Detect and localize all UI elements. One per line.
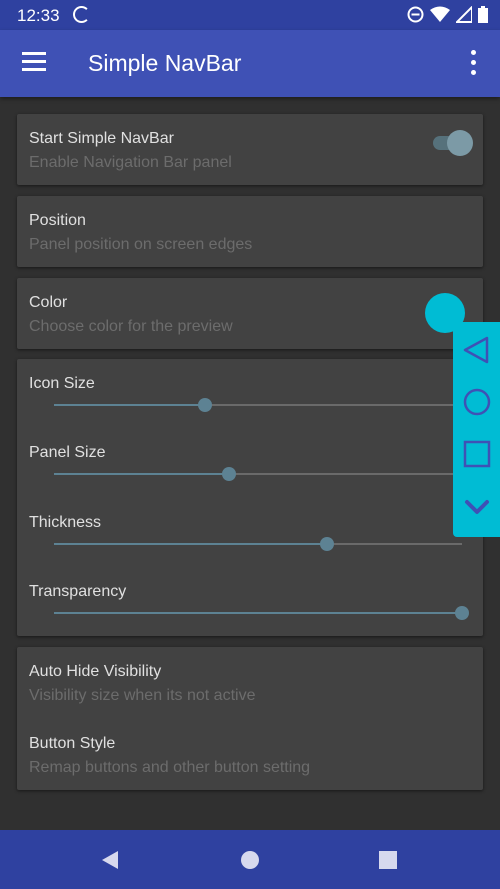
panel-size-label: Panel Size bbox=[29, 444, 106, 461]
slider-thumb[interactable] bbox=[197, 398, 212, 412]
color-title: Color bbox=[29, 294, 68, 311]
sliders-card: Icon Size Panel Size Thickness Transpare… bbox=[17, 359, 483, 636]
auto-hide-preference[interactable]: Auto Hide Visibility Visibility size whe… bbox=[29, 663, 255, 705]
recents-square-icon[interactable] bbox=[461, 438, 493, 470]
start-card[interactable]: Start Simple NavBar Enable Navigation Ba… bbox=[17, 114, 483, 185]
start-preference[interactable]: Start Simple NavBar Enable Navigation Ba… bbox=[29, 130, 232, 172]
button-style-title: Button Style bbox=[29, 735, 116, 752]
thickness-label: Thickness bbox=[29, 514, 102, 531]
color-preference[interactable]: Color Choose color for the preview bbox=[29, 294, 233, 336]
position-summary: Panel position on screen edges bbox=[29, 236, 253, 253]
home-circle-icon[interactable] bbox=[461, 386, 493, 418]
back-icon[interactable] bbox=[98, 848, 122, 872]
slider-thumb[interactable] bbox=[320, 537, 335, 551]
slider-thumb[interactable] bbox=[455, 606, 469, 620]
more-vert-icon[interactable] bbox=[468, 50, 478, 76]
battery-icon bbox=[478, 6, 488, 23]
navbar-preview-panel bbox=[453, 322, 500, 537]
color-card[interactable]: Color Choose color for the preview bbox=[17, 278, 483, 349]
back-triangle-icon[interactable] bbox=[461, 334, 493, 366]
app-title: Simple NavBar bbox=[88, 50, 242, 76]
position-card[interactable]: Position Panel position on screen edges bbox=[17, 196, 483, 267]
more-preferences-card: Auto Hide Visibility Visibility size whe… bbox=[17, 647, 483, 790]
button-style-summary: Remap buttons and other button setting bbox=[29, 759, 311, 776]
panel-size-slider[interactable] bbox=[54, 464, 462, 484]
slider-thumb[interactable] bbox=[222, 467, 237, 481]
transparency-label: Transparency bbox=[29, 583, 127, 600]
icon-size-label: Icon Size bbox=[29, 375, 95, 392]
home-icon[interactable] bbox=[238, 848, 262, 872]
wifi-icon bbox=[430, 6, 450, 22]
color-summary: Choose color for the preview bbox=[29, 318, 233, 335]
toggle-knob bbox=[447, 130, 473, 156]
start-summary: Enable Navigation Bar panel bbox=[29, 154, 232, 171]
thickness-slider[interactable] bbox=[54, 534, 462, 554]
status-icons bbox=[407, 6, 488, 23]
transparency-slider[interactable] bbox=[54, 603, 469, 623]
app-bar: Simple NavBar bbox=[0, 30, 500, 97]
start-toggle[interactable] bbox=[433, 130, 473, 156]
hamburger-menu-icon[interactable] bbox=[22, 52, 46, 72]
icon-size-slider[interactable] bbox=[54, 395, 462, 415]
status-bar: 12:33 bbox=[0, 0, 500, 30]
auto-hide-title: Auto Hide Visibility bbox=[29, 663, 162, 680]
position-preference[interactable]: Position Panel position on screen edges bbox=[29, 212, 252, 254]
position-title: Position bbox=[29, 212, 86, 229]
recents-icon[interactable] bbox=[376, 848, 400, 872]
status-time: 12:33 bbox=[17, 6, 60, 25]
start-title: Start Simple NavBar bbox=[29, 130, 174, 147]
auto-hide-summary: Visibility size when its not active bbox=[29, 687, 256, 704]
collapse-chevron-icon[interactable] bbox=[461, 490, 493, 522]
signal-icon bbox=[456, 6, 472, 23]
system-navigation-bar bbox=[0, 830, 500, 889]
do-not-disturb-icon bbox=[407, 6, 424, 23]
sync-icon bbox=[73, 6, 90, 23]
button-style-preference[interactable]: Button Style Remap buttons and other but… bbox=[29, 735, 310, 777]
